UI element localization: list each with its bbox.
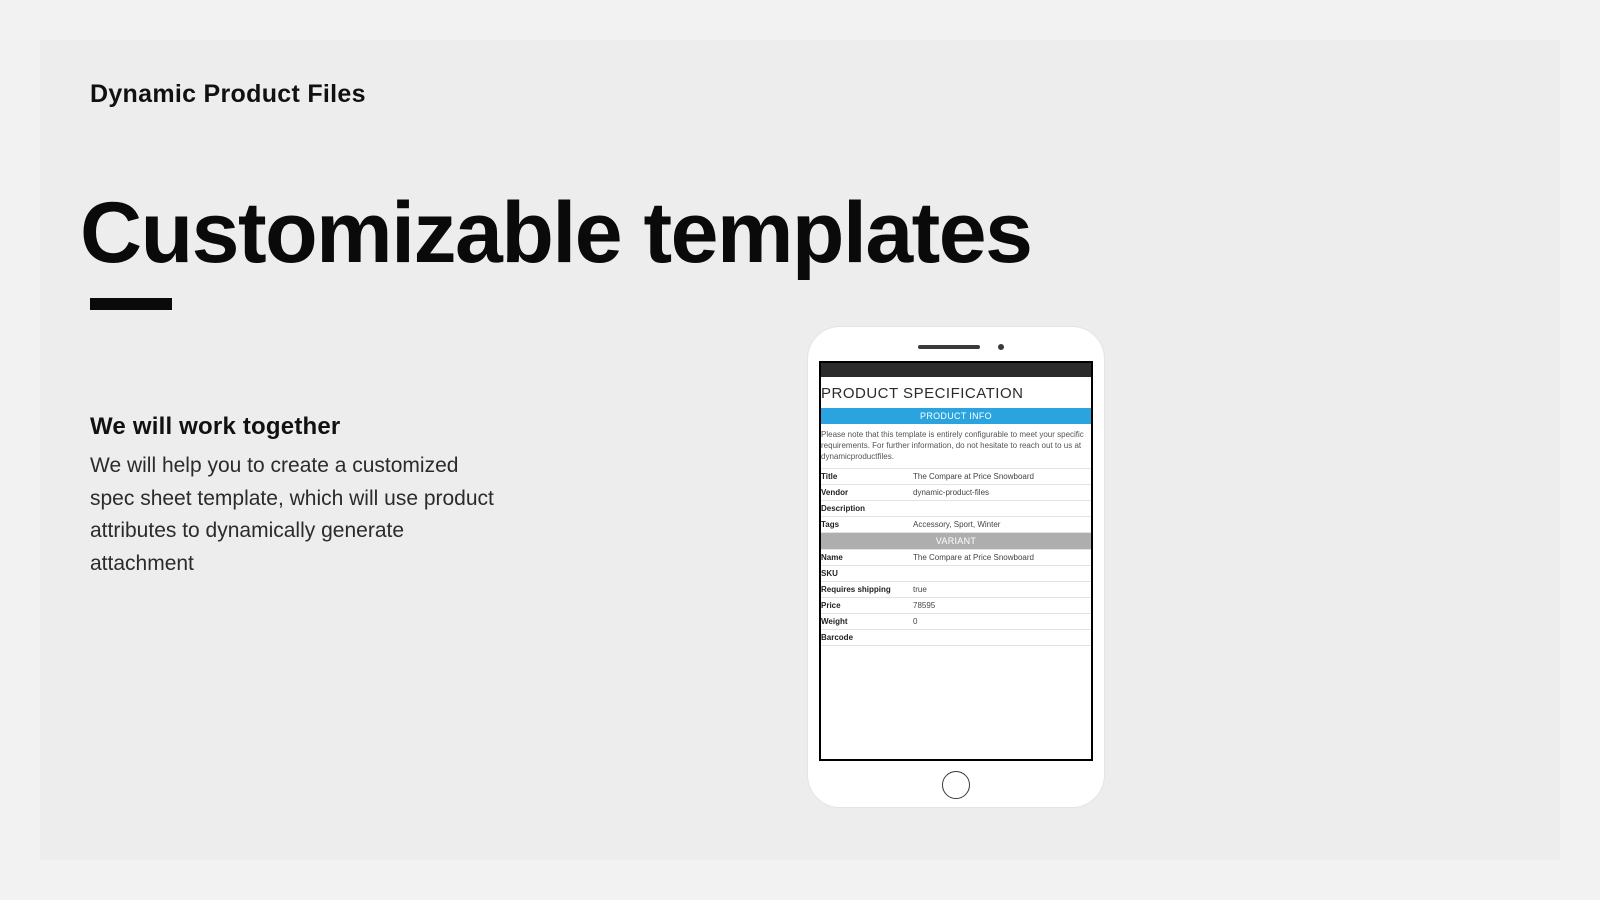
phone-mockup: PRODUCT SPECIFICATION PRODUCT INFO Pleas…	[808, 327, 1104, 807]
table-cell-value: 78595	[913, 598, 1091, 614]
phone-screen: PRODUCT SPECIFICATION PRODUCT INFO Pleas…	[819, 361, 1093, 761]
table-cell-key: SKU	[821, 566, 913, 582]
table-cell-key: Name	[821, 550, 913, 566]
table-row: Price78595	[821, 598, 1091, 614]
table-cell-value	[913, 501, 1091, 517]
table-row: NameThe Compare at Price Snowboard	[821, 550, 1091, 566]
table-cell-value	[913, 630, 1091, 646]
phone-speaker-icon	[918, 345, 980, 349]
table-cell-key: Tags	[821, 517, 913, 533]
headline: Customizable templates	[80, 190, 1031, 276]
section-band-variant: VARIANT	[821, 533, 1091, 549]
subheading: We will work together	[90, 413, 340, 441]
phone-camera-icon	[998, 344, 1004, 350]
section-band-product-info: PRODUCT INFO	[821, 408, 1091, 424]
table-cell-value: 0	[913, 614, 1091, 630]
phone-statusbar	[821, 363, 1091, 377]
spec-sheet-title: PRODUCT SPECIFICATION	[821, 377, 1091, 408]
table-row: Barcode	[821, 630, 1091, 646]
table-row: Vendordynamic-product-files	[821, 485, 1091, 501]
table-cell-value: The Compare at Price Snowboard	[913, 550, 1091, 566]
slide: Dynamic Product Files Customizable templ…	[40, 40, 1560, 860]
table-cell-key: Weight	[821, 614, 913, 630]
phone-home-button-icon	[942, 771, 970, 799]
table-cell-value: true	[913, 582, 1091, 598]
table-row: TitleThe Compare at Price Snowboard	[821, 469, 1091, 485]
variant-table: NameThe Compare at Price SnowboardSKUReq…	[821, 549, 1091, 646]
table-cell-value: Accessory, Sport, Winter	[913, 517, 1091, 533]
table-cell-key: Description	[821, 501, 913, 517]
table-cell-key: Title	[821, 469, 913, 485]
table-cell-key: Vendor	[821, 485, 913, 501]
table-row: SKU	[821, 566, 1091, 582]
table-row: Requires shippingtrue	[821, 582, 1091, 598]
table-cell-key: Price	[821, 598, 913, 614]
table-row: TagsAccessory, Sport, Winter	[821, 517, 1091, 533]
table-cell-value	[913, 566, 1091, 582]
headline-underline	[90, 298, 172, 310]
table-row: Description	[821, 501, 1091, 517]
brand-name: Dynamic Product Files	[90, 80, 366, 109]
table-cell-value: The Compare at Price Snowboard	[913, 469, 1091, 485]
table-cell-key: Barcode	[821, 630, 913, 646]
table-cell-key: Requires shipping	[821, 582, 913, 598]
spec-note: Please note that this template is entire…	[821, 424, 1091, 468]
body-copy: We will help you to create a customized …	[90, 450, 500, 580]
table-row: Weight0	[821, 614, 1091, 630]
product-info-table: TitleThe Compare at Price SnowboardVendo…	[821, 468, 1091, 533]
table-cell-value: dynamic-product-files	[913, 485, 1091, 501]
